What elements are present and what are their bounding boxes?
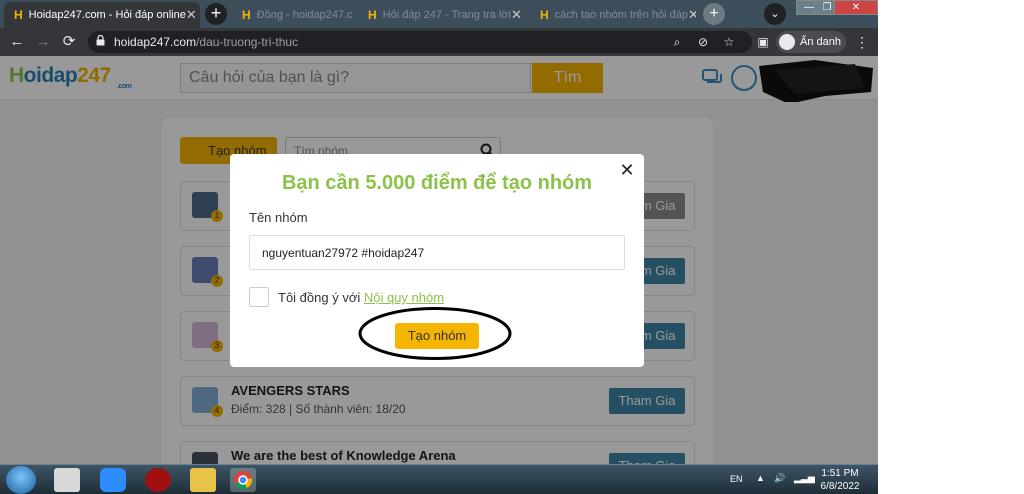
security-app-icon[interactable]	[145, 468, 171, 492]
clock-time: 1:51 PM	[821, 468, 859, 479]
agree-rules-text: Tôi đồng ý với Nội quy nhóm	[278, 290, 444, 305]
tracking-protection-icon[interactable]: ⊘	[696, 35, 710, 49]
web-page: Hoidap247 .com Câu hỏi của bạn là gì? Tìm…	[0, 56, 878, 491]
new-tab-ghost-button[interactable]: +	[703, 3, 725, 25]
volume-icon[interactable]: 🔊	[774, 473, 785, 484]
tab-cach-tao-nhom[interactable]: H cách tạo nhóm trên hỏi đáp ✕	[530, 2, 696, 28]
tab-search-icon[interactable]: ⌄	[764, 3, 786, 25]
chrome-taskbar-icon[interactable]	[230, 468, 256, 492]
incognito-icon	[779, 34, 795, 50]
start-button[interactable]	[6, 466, 36, 494]
tab-hoidap247-home[interactable]: H Hoidap247.com - Hỏi đáp online ✕	[4, 2, 200, 28]
url-text: hoidap247.com/dau-truong-tri-thuc	[114, 35, 298, 49]
url-host: hoidap247.com	[114, 35, 197, 49]
new-tab-button[interactable]: +	[205, 3, 227, 25]
hoidap-favicon-icon: H	[368, 8, 377, 22]
tab-title: Hỏi đáp 247 - Trang tra lời	[382, 9, 511, 21]
hoidap-favicon-icon: H	[540, 8, 549, 22]
browser-menu-icon[interactable]: ⋮	[855, 32, 869, 52]
side-panel-icon[interactable]: ▣	[756, 35, 770, 49]
system-clock[interactable]: 1:51 PM 6/8/2022	[808, 467, 872, 493]
zoom-app-icon[interactable]	[100, 468, 126, 492]
keyboard-app-icon[interactable]	[54, 468, 80, 492]
profile-label: Ẩn danh	[800, 36, 841, 48]
lock-icon	[96, 35, 105, 46]
tab-title: Đồng - hoidap247.com	[256, 9, 352, 21]
browser-tab-bar: H Hoidap247.com - Hỏi đáp online ✕ + H Đ…	[0, 0, 878, 28]
agree-rules-checkbox[interactable]	[249, 287, 269, 307]
incognito-profile-button[interactable]: Ẩn danh	[776, 31, 846, 53]
show-hidden-icons-icon[interactable]: ▲	[756, 473, 765, 483]
chrome-icon	[234, 471, 253, 490]
tab-title: Hoidap247.com - Hỏi đáp online	[28, 9, 186, 21]
file-explorer-icon[interactable]	[190, 468, 216, 492]
create-group-submit-button[interactable]: Tạo nhóm	[395, 323, 479, 349]
url-path: /dau-truong-tri-thuc	[196, 35, 299, 49]
close-window-button[interactable]: ✕	[834, 0, 878, 15]
hoidap-favicon-icon: H	[14, 8, 23, 22]
tab-title: cách tạo nhóm trên hỏi đáp	[554, 9, 688, 21]
hoidap-favicon-icon: H	[242, 8, 251, 22]
group-name-label: Tên nhóm	[249, 210, 308, 225]
screen: H Hoidap247.com - Hỏi đáp online ✕ + H Đ…	[0, 0, 878, 494]
tab-close-icon[interactable]: ✕	[186, 7, 197, 23]
windows-taskbar: EN ▲ 🔊 ▂▃▅ 1:51 PM 6/8/2022	[0, 464, 878, 494]
address-bar[interactable]: hoidap247.com/dau-truong-tri-thuc ⌕ ⊘ ☆	[88, 31, 752, 53]
language-indicator[interactable]: EN	[730, 474, 743, 484]
clock-date: 6/8/2022	[820, 481, 860, 492]
tab-tra-loi[interactable]: H Hỏi đáp 247 - Trang tra lời ✕	[358, 2, 524, 28]
close-icon[interactable]: ✕	[619, 160, 635, 181]
bookmark-star-icon[interactable]: ☆	[722, 35, 736, 49]
group-rules-link[interactable]: Nội quy nhóm	[364, 290, 444, 305]
tab-dong[interactable]: H Đồng - hoidap247.com	[232, 2, 352, 28]
tab-close-icon[interactable]: ✕	[511, 7, 522, 23]
reload-icon[interactable]: ⟳	[59, 32, 79, 52]
agree-prefix: Tôi đồng ý với	[278, 290, 364, 305]
tab-close-icon[interactable]: ✕	[688, 7, 696, 23]
zoom-icon[interactable]: ⌕	[670, 35, 684, 49]
group-name-input[interactable]: nguyentuan27972 #hoidap247	[249, 235, 625, 270]
browser-toolbar: ← → ⟳ hoidap247.com/dau-truong-tri-thuc …	[0, 28, 878, 56]
forward-arrow-icon[interactable]: →	[33, 32, 53, 52]
back-arrow-icon[interactable]: ←	[7, 32, 27, 52]
modal-title: Bạn cần 5.000 điểm để tạo nhóm	[281, 172, 593, 194]
create-group-modal: Bạn cần 5.000 điểm để tạo nhóm ✕ Tên nhó…	[230, 154, 644, 367]
